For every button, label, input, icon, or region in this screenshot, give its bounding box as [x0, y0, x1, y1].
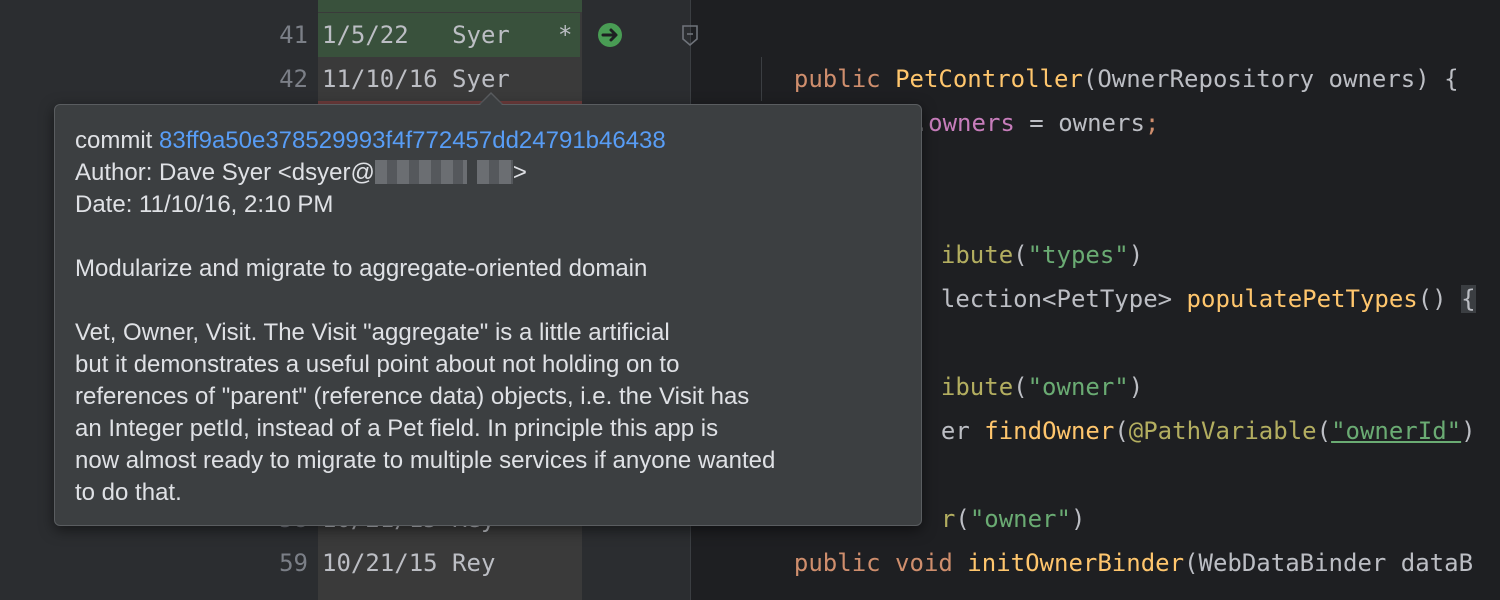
date-line: Date: 11/10/16, 2:10 PM: [75, 191, 334, 218]
code-line-findowner[interactable]: er findOwner(@PathVariable("ownerId"): [912, 365, 1476, 453]
commit-body-line: Vet, Owner, Visit. The Visit "aggregate"…: [75, 319, 670, 346]
annotation-highlight-top: [318, 0, 582, 12]
indent-guide: [761, 57, 762, 101]
annotation-text[interactable]: 1/5/22 Syer: [318, 13, 580, 57]
annotation-text[interactable]: 11/10/16 Syer: [322, 57, 578, 101]
commit-details-tooltip: commit 83ff9a50e378529993f4f772457dd2479…: [54, 104, 922, 526]
commit-body-line: now almost ready to migrate to multiple …: [75, 447, 776, 474]
line-number: 42: [279, 65, 308, 93]
commit-line: commit 83ff9a50e378529993f4f772457dd2479…: [75, 127, 666, 154]
annotation-row-41[interactable]: 41 1/5/22 Syer *: [252, 13, 582, 57]
annotation-row-42[interactable]: 42 11/10/16 Syer: [252, 57, 582, 101]
code-line-populate[interactable]: lection<PetType> populatePetTypes() {: [912, 233, 1476, 321]
git-commit-arrow-icon[interactable]: [596, 21, 624, 49]
annotation-row-59[interactable]: 59 10/21/15 Rey: [252, 541, 582, 585]
fold-marker-icon[interactable]: [679, 24, 701, 48]
commit-subject: Modularize and migrate to aggregate-orie…: [75, 255, 648, 282]
line-number: 59: [279, 549, 308, 577]
commit-body-line: references of "parent" (reference data) …: [75, 383, 750, 410]
commit-body-line: to do that.: [75, 479, 182, 506]
redacted-email-domain: [374, 160, 467, 184]
annotation-text[interactable]: 10/21/15 Rey: [322, 541, 578, 585]
line-number: 41: [279, 21, 308, 49]
tooltip-arrow-fill: [479, 94, 503, 106]
modified-marker: *: [558, 21, 573, 49]
commit-body-line: but it demonstrates a useful point about…: [75, 351, 680, 378]
redacted-email-tld: [476, 160, 513, 184]
commit-hash-link[interactable]: 83ff9a50e378529993f4f772457dd24791b46438: [159, 127, 666, 154]
commit-body-line: an Integer petId, instead of a Pet field…: [75, 415, 719, 442]
author-line: Author: Dave Syer <dsyer@ >: [75, 159, 527, 186]
